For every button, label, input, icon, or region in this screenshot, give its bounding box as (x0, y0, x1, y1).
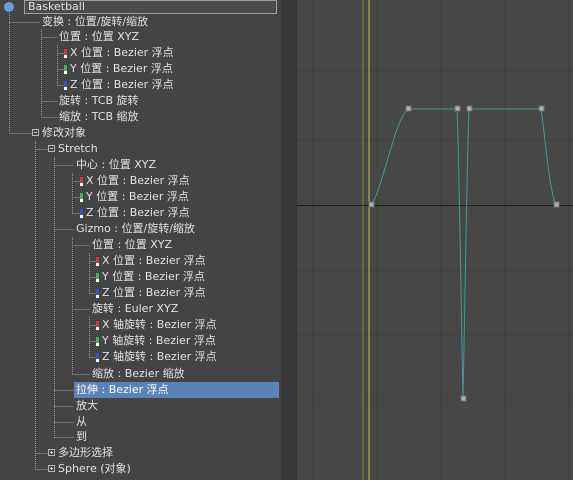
tree-item-amplify[interactable]: 放大 (74, 398, 100, 414)
center-label: 中心 : 位置 XYZ (76, 158, 156, 171)
gizmo-label: Gizmo : 位置/旋转/缩放 (76, 222, 195, 235)
expand-icon[interactable] (48, 449, 55, 456)
amplify-label: 放大 (76, 399, 98, 412)
curve-key[interactable] (538, 105, 545, 112)
tree-item-modified-object[interactable]: 修改对象 (32, 125, 152, 141)
gizmo-x-label: X 位置 : Bezier 浮点 (102, 254, 206, 267)
tree-item-center-x[interactable]: X 位置 : Bezier 浮点 (80, 173, 192, 189)
transform-label: 变换 : 位置/旋转/缩放 (42, 15, 149, 28)
gizmo-z-label: Z 位置 : Bezier 浮点 (102, 286, 206, 299)
stretch-label: Stretch (58, 142, 98, 155)
y-axis-controller-icon (96, 273, 99, 282)
tree-item-stretch[interactable]: Stretch (48, 141, 168, 157)
y-axis-controller-icon (80, 193, 83, 202)
sphere-label: Sphere (对象) (58, 462, 131, 475)
tree-item-gizmo-scale[interactable]: 缩放 : Bezier 缩放 (90, 366, 187, 382)
gizmo-rot-x-label: X 轴旋转 : Bezier 浮点 (102, 318, 217, 331)
object-node-icon (4, 2, 14, 12)
tree-item-gizmo-x[interactable]: X 位置 : Bezier 浮点 (96, 253, 208, 269)
x-axis-controller-icon (96, 257, 99, 266)
tree-item-gizmo-rot-y[interactable]: Y 轴旋转 : Bezier 浮点 (96, 333, 218, 349)
tree-item-sphere[interactable]: Sphere (对象) (48, 461, 168, 477)
stretch-curve[interactable] (370, 108, 557, 400)
curve-key[interactable] (460, 395, 467, 402)
tree-item-stretch-value[interactable]: 拉伸 : Bezier 浮点 (74, 382, 279, 398)
curve-key[interactable] (466, 105, 473, 112)
tree-item-to[interactable]: 到 (74, 429, 89, 445)
tree-item-gizmo-rot-x[interactable]: X 轴旋转 : Bezier 浮点 (96, 317, 219, 333)
tree-item-y-position[interactable]: Y 位置 : Bezier 浮点 (64, 61, 175, 77)
collapse-icon[interactable] (48, 145, 55, 152)
gizmo-scale-label: 缩放 : Bezier 缩放 (92, 367, 185, 380)
tree-item-rotation[interactable]: 旋转 : TCB 旋转 (57, 93, 141, 109)
from-label: 从 (76, 415, 87, 428)
z-axis-controller-icon (96, 289, 99, 298)
rotation-label: 旋转 : TCB 旋转 (59, 94, 139, 107)
curve-graph[interactable] (297, 0, 573, 480)
center-y-label: Y 位置 : Bezier 浮点 (86, 190, 189, 203)
curve-editor-area[interactable] (297, 0, 573, 480)
tree-item-x-position[interactable]: X 位置 : Bezier 浮点 (64, 45, 176, 61)
center-z-label: Z 位置 : Bezier 浮点 (86, 206, 190, 219)
y-position-label: Y 位置 : Bezier 浮点 (70, 62, 173, 75)
controller-tree[interactable]: Basketball 变换 : 位置/旋转/缩放 位置 : 位置 XYZ X 位… (0, 0, 281, 480)
tree-item-center-y[interactable]: Y 位置 : Bezier 浮点 (80, 189, 191, 205)
x-axis-controller-icon (64, 49, 67, 58)
z-axis-controller-icon (64, 81, 67, 90)
tree-item-root[interactable]: Basketball (0, 0, 281, 15)
z-axis-controller-icon (96, 353, 99, 362)
tree-item-gizmo-y[interactable]: Y 位置 : Bezier 浮点 (96, 269, 207, 285)
z-axis-controller-icon (80, 209, 83, 218)
x-axis-controller-icon (80, 177, 83, 186)
position-label: 位置 : 位置 XYZ (59, 30, 139, 43)
tree-item-gizmo-rot-z[interactable]: Z 轴旋转 : Bezier 浮点 (96, 349, 219, 365)
tree-item-from[interactable]: 从 (74, 414, 89, 430)
root-label: Basketball (24, 0, 277, 14)
z-position-label: Z 位置 : Bezier 浮点 (70, 78, 174, 91)
tree-item-position[interactable]: 位置 : 位置 XYZ (57, 29, 141, 45)
stretch-value-label: 拉伸 : Bezier 浮点 (74, 382, 279, 398)
curve-key[interactable] (553, 201, 560, 208)
expand-icon[interactable] (48, 465, 55, 472)
curve-key[interactable] (405, 105, 412, 112)
tree-item-gizmo-position[interactable]: 位置 : 位置 XYZ (90, 237, 174, 253)
x-axis-controller-icon (96, 321, 99, 330)
tree-item-gizmo-rotation[interactable]: 旋转 : Euler XYZ (90, 301, 180, 317)
curve-key[interactable] (368, 201, 375, 208)
poly-select-label: 多边形选择 (58, 446, 113, 459)
tree-item-poly-select[interactable]: 多边形选择 (48, 445, 168, 461)
tree-item-z-position[interactable]: Z 位置 : Bezier 浮点 (64, 77, 176, 93)
y-axis-controller-icon (96, 337, 99, 346)
tree-item-center-z[interactable]: Z 位置 : Bezier 浮点 (80, 205, 192, 221)
curve-key[interactable] (454, 105, 461, 112)
center-x-label: X 位置 : Bezier 浮点 (86, 174, 190, 187)
gizmo-rot-y-label: Y 轴旋转 : Bezier 浮点 (102, 334, 216, 347)
tree-item-center[interactable]: 中心 : 位置 XYZ (74, 157, 158, 173)
modified-object-label: 修改对象 (42, 126, 86, 139)
gizmo-y-label: Y 位置 : Bezier 浮点 (102, 270, 205, 283)
gizmo-position-label: 位置 : 位置 XYZ (92, 238, 172, 251)
y-axis-controller-icon (64, 65, 67, 74)
gizmo-rot-z-label: Z 轴旋转 : Bezier 浮点 (102, 350, 217, 363)
to-label: 到 (76, 430, 87, 443)
tree-item-scale[interactable]: 缩放 : TCB 缩放 (57, 109, 141, 125)
tree-item-transform[interactable]: 变换 : 位置/旋转/缩放 (40, 14, 150, 30)
gizmo-rotation-label: 旋转 : Euler XYZ (92, 302, 179, 315)
tree-item-gizmo[interactable]: Gizmo : 位置/旋转/缩放 (74, 221, 197, 237)
x-position-label: X 位置 : Bezier 浮点 (70, 46, 174, 59)
scale-label: 缩放 : TCB 缩放 (59, 110, 139, 123)
collapse-icon[interactable] (32, 129, 39, 136)
panel-splitter[interactable] (281, 0, 297, 480)
tree-item-gizmo-z[interactable]: Z 位置 : Bezier 浮点 (96, 285, 208, 301)
